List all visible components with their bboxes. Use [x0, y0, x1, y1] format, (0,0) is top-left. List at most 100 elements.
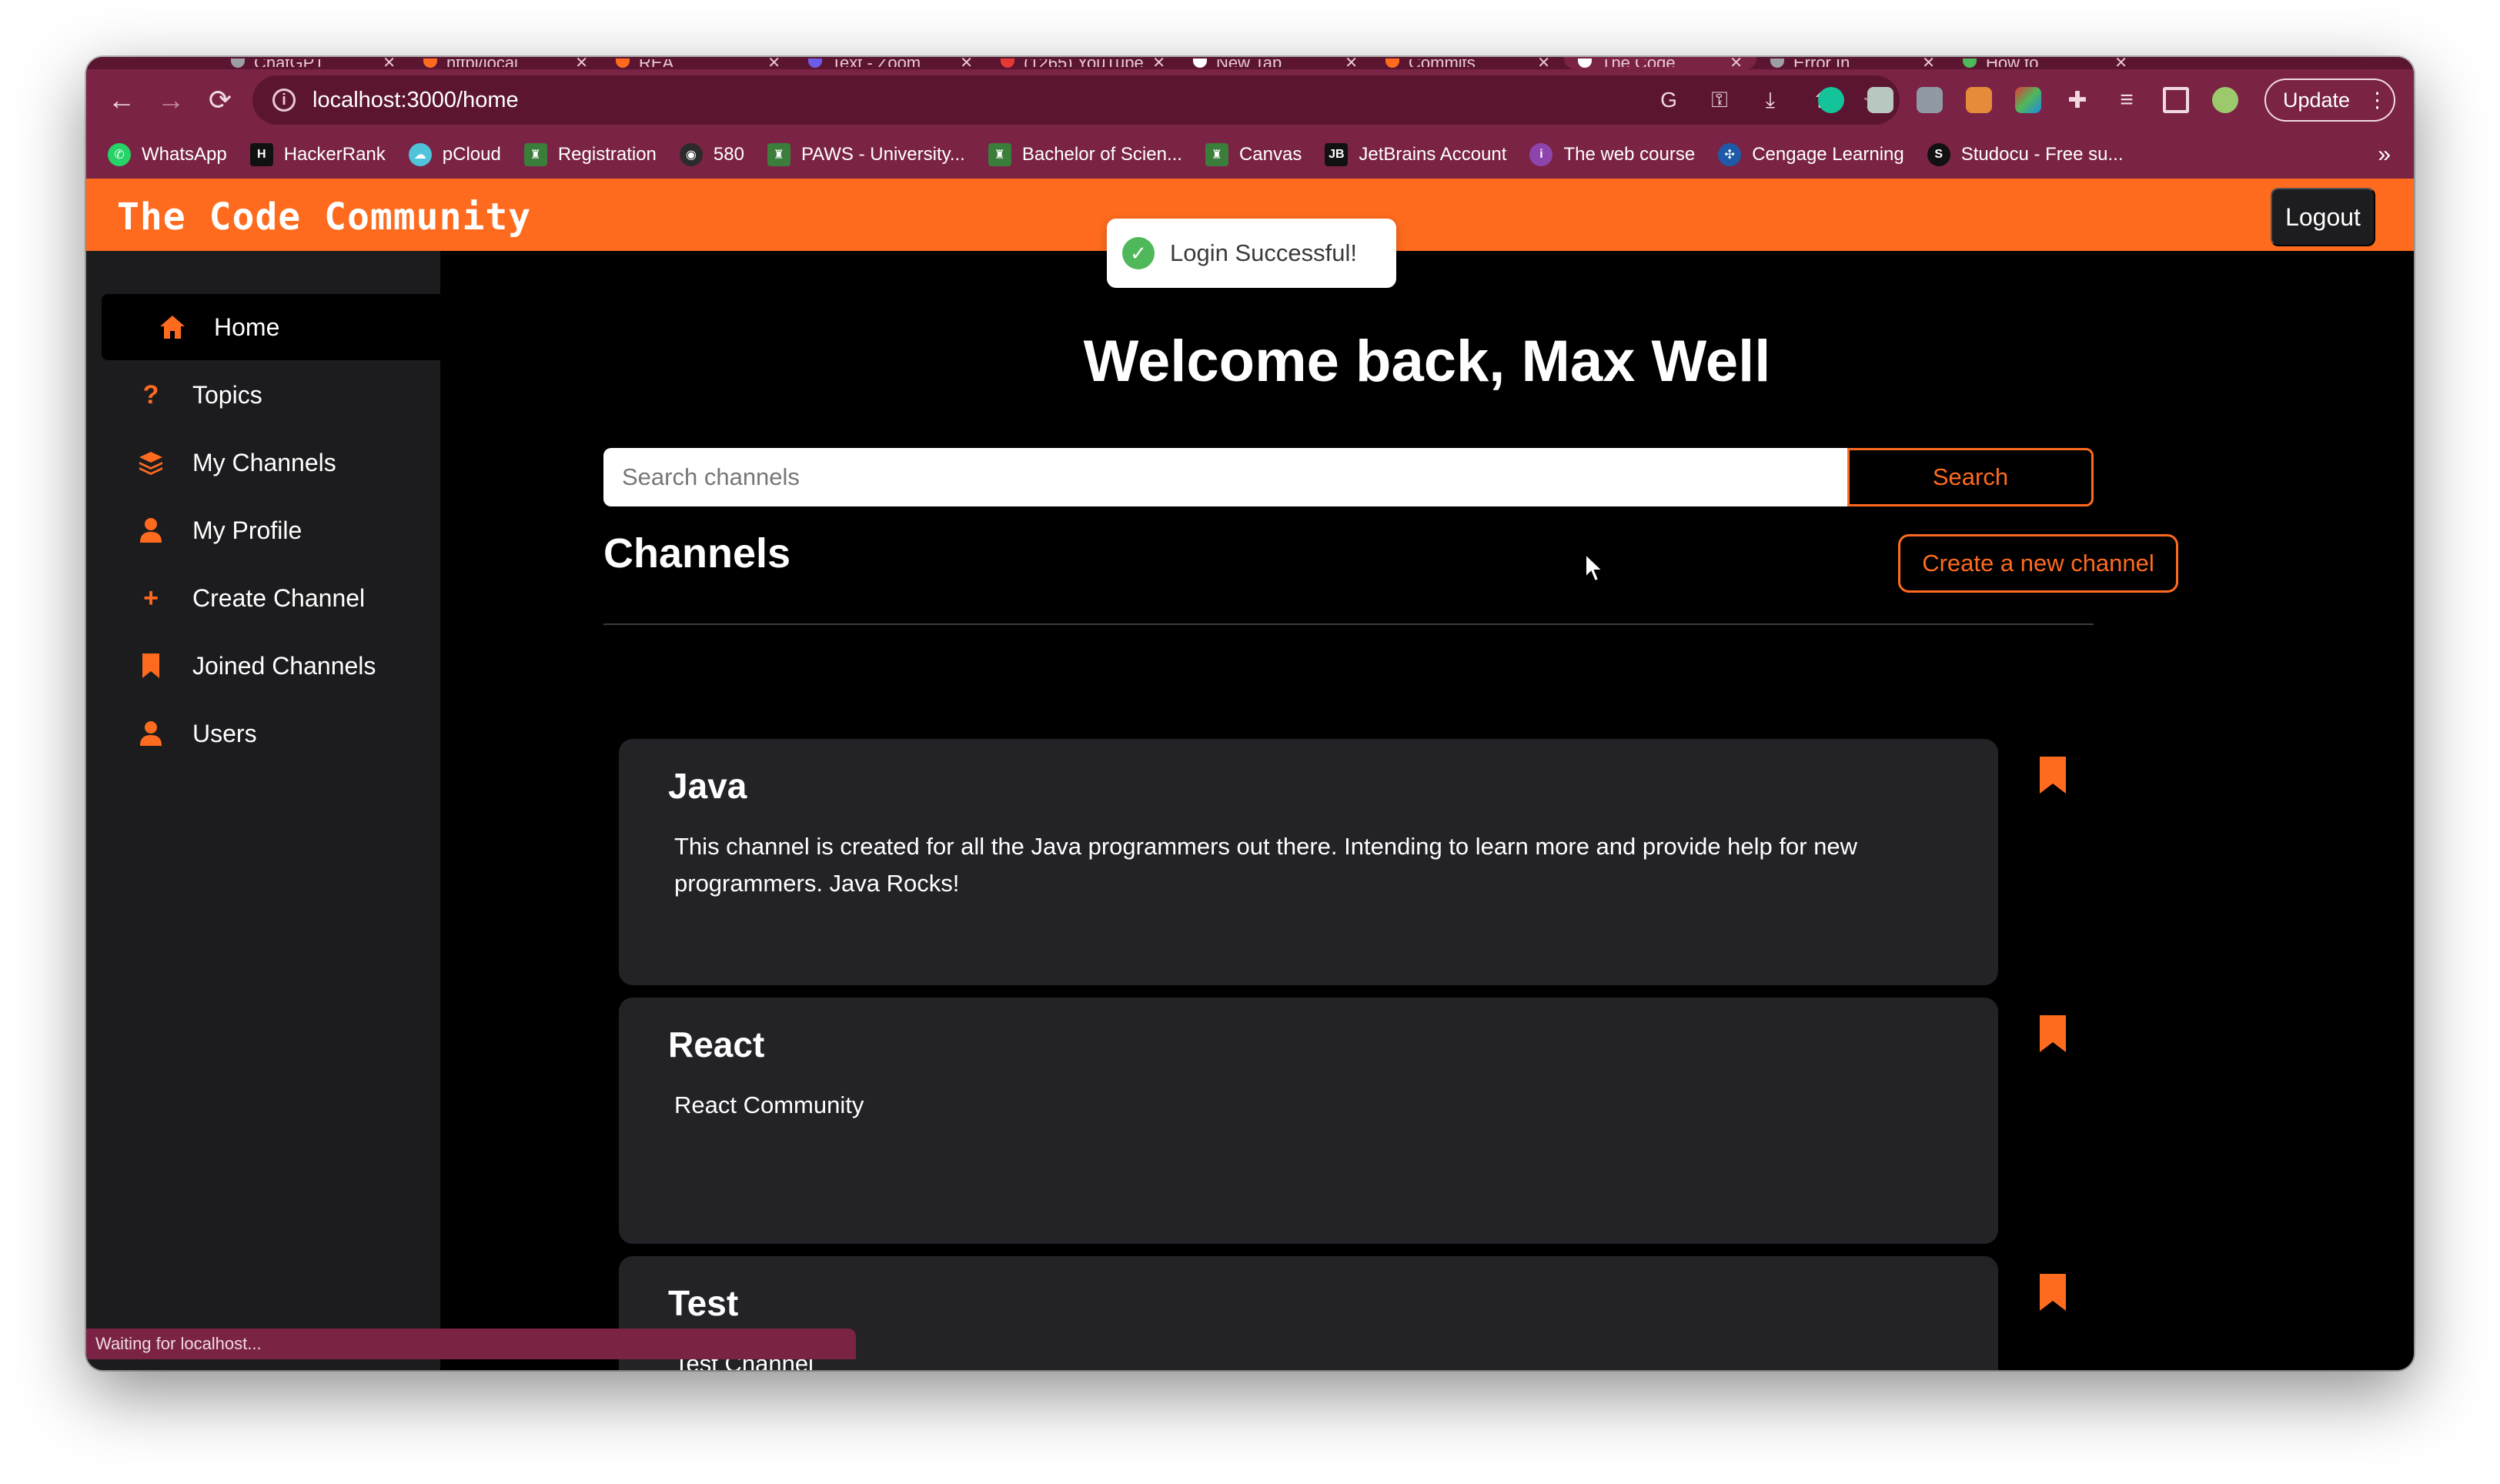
side-panel-icon[interactable] — [2163, 87, 2189, 113]
channel-description: Test Channel — [674, 1350, 814, 1370]
browser-tab[interactable]: Text - Zoom ✕ — [794, 57, 987, 69]
tab-favicon-icon — [616, 58, 630, 68]
puzzle-icon[interactable]: ✚ — [2064, 87, 2091, 113]
bookmark-icon[interactable] — [2038, 1273, 2067, 1312]
tab-label: The Code — [1601, 59, 1720, 67]
bookmark-item[interactable]: i The web course — [1529, 143, 1695, 166]
tab-label: Commits — [1409, 59, 1528, 67]
bookmark-item[interactable]: ♜ Bachelor of Scien... — [988, 143, 1182, 166]
bookmark-item[interactable]: ♜ Registration — [523, 143, 657, 166]
sidebar-item-label: Create Channel — [192, 583, 366, 612]
address-url[interactable]: localhost:3000/home — [312, 88, 519, 113]
create-channel-button[interactable]: Create a new channel — [1898, 534, 2178, 593]
tab-favicon-icon — [1193, 58, 1207, 68]
close-icon[interactable]: ✕ — [1537, 57, 1550, 69]
tab-label: REA — [639, 59, 758, 67]
sidebar-item-users[interactable]: Users — [102, 700, 440, 767]
browser-tab[interactable]: Commits ✕ — [1372, 57, 1564, 69]
browser-tab[interactable]: How to ✕ — [1949, 57, 2141, 69]
bookmark-icon[interactable] — [2038, 1014, 2067, 1053]
browser-tab[interactable]: REA ✕ — [602, 57, 794, 69]
browser-tab[interactable]: Error In ✕ — [1756, 57, 1949, 69]
back-arrow-icon[interactable]: ← — [97, 75, 146, 125]
logout-button[interactable]: Logout — [2271, 188, 2375, 246]
channel-description: React Community — [674, 1091, 864, 1118]
browser-tab[interactable]: New Tab ✕ — [1179, 57, 1372, 69]
browser-tab-active[interactable]: The Code ✕ — [1564, 57, 1756, 69]
bookmark-item[interactable]: ◉ 580 — [679, 143, 744, 166]
tab-favicon-icon — [808, 58, 822, 68]
bookmark-item[interactable]: ♜ PAWS - University... — [767, 143, 965, 166]
shield-icon: ♜ — [1205, 143, 1228, 166]
channel-title[interactable]: Test — [668, 1282, 738, 1324]
site-info-icon[interactable]: i — [272, 89, 296, 112]
channel-title[interactable]: React — [668, 1024, 764, 1065]
update-label: Update — [2283, 88, 2351, 112]
sidebar-item-label: My Channels — [192, 448, 336, 476]
close-icon[interactable]: ✕ — [960, 57, 973, 69]
brand-title[interactable]: The Code Community — [117, 196, 531, 239]
close-icon[interactable]: ✕ — [575, 57, 588, 69]
sidebar-item-label: My Profile — [192, 516, 302, 544]
close-icon[interactable]: ✕ — [1152, 57, 1165, 69]
forward-arrow-icon[interactable]: → — [146, 75, 196, 125]
install-icon[interactable]: ⤓ — [1758, 88, 1783, 112]
sidebar-item-joined-channels[interactable]: Joined Channels — [102, 633, 440, 699]
tab-favicon-icon — [423, 58, 437, 68]
layers-icon — [135, 447, 166, 478]
tab-favicon-icon — [1963, 58, 1977, 68]
bookmark-item[interactable]: ✣ Cengage Learning — [1718, 143, 1904, 166]
channel-title[interactable]: Java — [668, 765, 747, 807]
more-vert-icon[interactable]: ⋮ — [2367, 89, 2388, 112]
tab-favicon-icon — [1578, 58, 1592, 68]
bookmark-item[interactable]: S Studocu - Free su... — [1927, 143, 2123, 166]
sidebar-item-my-channels[interactable]: My Channels — [102, 429, 440, 496]
address-bar[interactable]: i localhost:3000/home G ⚿ ⤓ ⇪ ☆ — [252, 75, 1900, 125]
tab-label: ChatGPT — [254, 59, 373, 67]
avatar[interactable] — [2212, 87, 2238, 113]
sidebar-item-my-profile[interactable]: My Profile — [102, 497, 440, 563]
tab-label: New Tab — [1216, 59, 1335, 67]
bookmark-label: Cengage Learning — [1752, 144, 1904, 165]
close-icon[interactable]: ✕ — [767, 57, 780, 69]
whatsapp-icon: ✆ — [108, 143, 131, 166]
search-bar: Search — [603, 448, 2094, 506]
reload-icon[interactable]: ⟳ — [196, 75, 245, 125]
bookmark-item[interactable]: JB JetBrains Account — [1325, 143, 1506, 166]
browser-tab[interactable]: (1265) YouTube ✕ — [987, 57, 1179, 69]
browser-tab[interactable]: ChatGPT ✕ — [217, 57, 409, 69]
browser-tab[interactable]: httpj/local ✕ — [409, 57, 602, 69]
sidebar-item-create-channel[interactable]: + Create Channel — [102, 565, 440, 631]
bookmark-icon[interactable] — [2038, 756, 2067, 794]
key-icon[interactable]: ⚿ — [1707, 88, 1732, 112]
chevron-double-right-icon[interactable]: » — [2378, 142, 2391, 168]
channel-card[interactable]: Java This channel is created for all the… — [619, 739, 1998, 985]
extension-icon[interactable] — [1966, 87, 1992, 113]
close-icon[interactable]: ✕ — [1730, 57, 1743, 69]
tab-label: Error In — [1793, 59, 1913, 67]
extension-icon[interactable] — [1917, 87, 1943, 113]
bookmark-label: WhatsApp — [142, 144, 227, 165]
close-icon[interactable]: ✕ — [1922, 57, 1935, 69]
bookmark-label: The web course — [1563, 144, 1696, 165]
google-lens-icon[interactable]: G — [1656, 88, 1681, 112]
extension-icon[interactable] — [1867, 87, 1893, 113]
search-button[interactable]: Search — [1847, 448, 2094, 506]
extension-icon[interactable] — [2015, 87, 2041, 113]
divider — [603, 623, 2094, 625]
reading-list-icon[interactable]: ≡ — [2114, 87, 2140, 113]
bookmark-item[interactable]: ☁ pCloud — [408, 143, 501, 166]
bookmark-item[interactable]: ♜ Canvas — [1205, 143, 1302, 166]
bookmark-item[interactable]: H HackerRank — [249, 143, 386, 166]
close-icon[interactable]: ✕ — [383, 57, 396, 69]
close-icon[interactable]: ✕ — [1345, 57, 1358, 69]
sidebar-item-topics[interactable]: ? Topics — [102, 362, 440, 428]
tab-strip: ChatGPT✕ httpj/local✕ REA✕ Text - Zoom✕ … — [86, 57, 2414, 69]
search-input[interactable] — [603, 448, 1847, 506]
grammarly-icon[interactable] — [1818, 87, 1844, 113]
channel-card[interactable]: React React Community — [619, 998, 1998, 1244]
update-button[interactable]: Update ⋮ — [2264, 79, 2395, 122]
sidebar-item-home[interactable]: Home — [102, 294, 440, 360]
close-icon[interactable]: ✕ — [2114, 57, 2127, 69]
bookmark-item[interactable]: ✆ WhatsApp — [108, 143, 227, 166]
